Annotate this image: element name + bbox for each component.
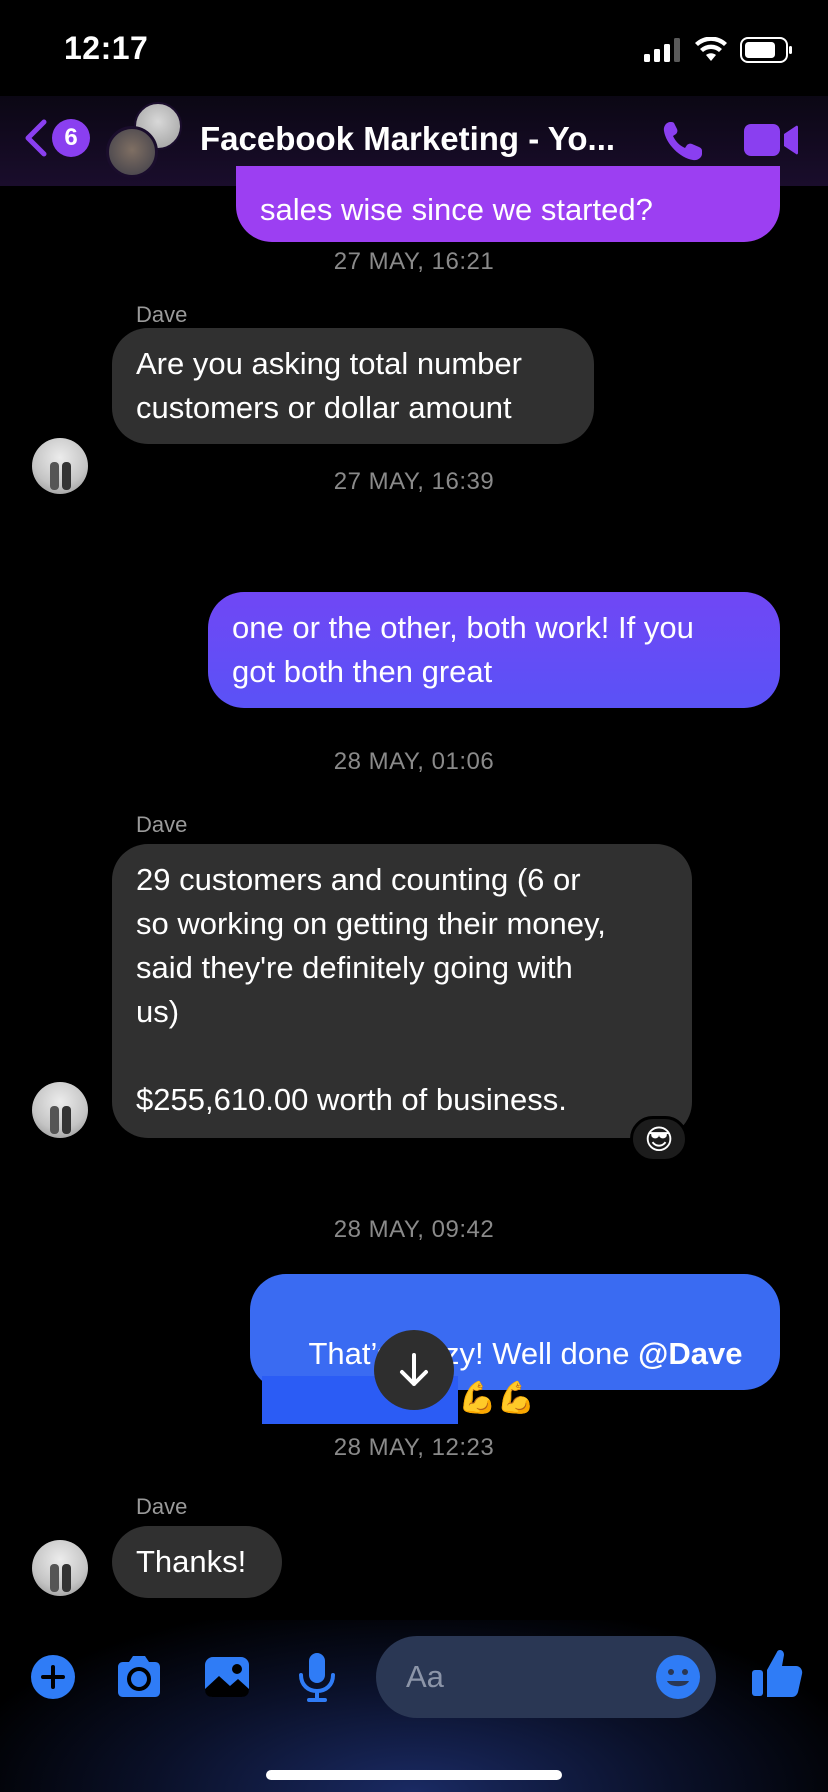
mention[interactable]: @Dave [638,1336,742,1371]
group-avatar[interactable] [106,102,182,178]
outgoing-message[interactable]: That’s crazy! Well done @Dave 💪💪 [250,1274,780,1424]
reaction-emoji[interactable]: 😎 [630,1116,688,1162]
outgoing-message[interactable]: sales wise since we started? [236,166,780,242]
timestamp: 27 MAY, 16:39 [333,468,495,495]
avatar[interactable] [32,1082,88,1138]
timestamp: 28 MAY, 01:06 [333,748,495,775]
incoming-message[interactable]: 29 customers and counting (6 or so worki… [112,844,692,1138]
wifi-icon [695,37,727,61]
avatar[interactable] [32,1540,88,1596]
video-camera-icon[interactable] [742,118,800,162]
group-avatar-member-2 [106,126,158,178]
unread-badge: 6 [52,119,90,157]
battery-icon [740,37,792,63]
signal-icon [644,38,680,62]
incoming-message[interactable]: Thanks! [112,1526,282,1598]
timestamp: 28 MAY, 09:42 [333,1216,495,1243]
phone-icon[interactable] [658,116,708,166]
sender-name: Dave [136,302,188,327]
plus-icon[interactable] [26,1650,80,1704]
thumbs-up-icon[interactable] [748,1644,806,1702]
home-indicator[interactable] [266,1770,562,1780]
timestamp: 27 MAY, 16:21 [333,248,495,275]
incoming-message[interactable]: Are you asking total number customers or… [112,328,594,444]
timestamp: 28 MAY, 12:23 [333,1434,495,1461]
photo-icon[interactable] [200,1650,254,1704]
sender-name: Dave [136,812,188,837]
message-input[interactable] [406,1656,626,1698]
scroll-to-bottom-button[interactable] [374,1330,454,1410]
arrow-down-icon [400,1353,428,1386]
outgoing-message[interactable]: one or the other, both work! If you got … [208,592,780,708]
message-text: That’s crazy! Well done [308,1336,639,1371]
emoji: 💪💪 [458,1380,536,1416]
back-button[interactable]: 6 [24,118,90,158]
sender-name: Dave [136,1494,188,1519]
composer [0,1620,828,1792]
status-time: 12:17 [64,30,149,66]
chat-title[interactable]: Facebook Marketing - Yo... [200,120,615,158]
chevron-left-icon [25,119,47,157]
message-input-field[interactable] [376,1636,716,1718]
camera-icon[interactable] [112,1650,166,1704]
status-bar: 12:17 [0,0,828,100]
emoji-icon[interactable] [654,1653,702,1701]
microphone-icon[interactable] [290,1650,344,1704]
status-icons [644,36,794,64]
